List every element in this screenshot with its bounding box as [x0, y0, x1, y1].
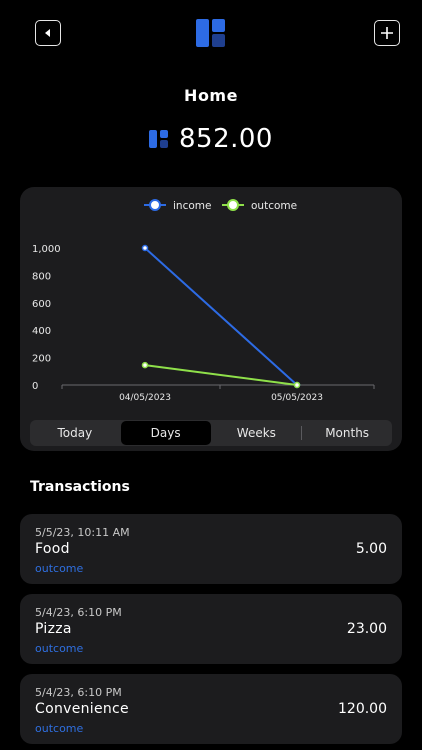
chart-card: income outcome 1,000 800 600 400 200 0 04/05/202…	[20, 187, 402, 451]
period-tab-weeks[interactable]: Weeks	[212, 421, 302, 445]
data-point-outcome	[141, 361, 149, 369]
transaction-card[interactable]: 5/4/23, 6:10 PM Pizza outcome 23.00	[20, 594, 402, 664]
back-button[interactable]	[35, 20, 61, 46]
chevron-left-icon	[45, 29, 50, 37]
y-tick-label: 0	[32, 381, 38, 392]
period-tab-today[interactable]: Today	[30, 421, 120, 445]
transaction-date: 5/4/23, 6:10 PM	[35, 686, 122, 699]
wallet-blocks-icon	[149, 130, 168, 148]
legend-marker-outcome	[227, 199, 239, 211]
transaction-card[interactable]: 5/4/23, 6:10 PM Convenience outcome 120.…	[20, 674, 402, 744]
transaction-type: outcome	[35, 642, 84, 655]
line-chart: income outcome 1,000 800 600 400 200 0 04/05/202…	[32, 199, 375, 403]
period-tab-months[interactable]: Months	[302, 421, 392, 445]
transaction-amount: 23.00	[346, 621, 387, 637]
series-line-income	[144, 247, 298, 386]
transaction-amount: 5.00	[355, 541, 387, 557]
transaction-type: outcome	[35, 722, 84, 735]
transaction-date: 5/5/23, 10:11 AM	[35, 526, 130, 539]
period-tab-days[interactable]: Days	[120, 421, 211, 445]
balance-value: 852.00	[179, 124, 273, 154]
balance-display: 852.00	[0, 124, 422, 154]
transaction-name: Pizza	[35, 621, 72, 637]
legend-marker-income	[149, 199, 161, 211]
transaction-name: Food	[35, 541, 70, 557]
y-tick-label: 600	[32, 299, 51, 310]
legend-label-outcome: outcome	[251, 200, 297, 212]
y-tick-label: 200	[32, 354, 51, 365]
x-tick-label: 04/05/2023	[119, 393, 171, 403]
legend-label-income: income	[173, 200, 211, 212]
y-tick-label: 800	[32, 271, 51, 282]
app-logo-icon	[196, 19, 226, 47]
data-point-income	[141, 244, 149, 252]
plus-icon	[381, 27, 393, 39]
page-title: Home	[184, 86, 238, 105]
y-tick-label: 1,000	[32, 244, 61, 255]
transaction-amount: 120.00	[338, 701, 387, 717]
add-button[interactable]	[374, 20, 400, 46]
y-tick-label: 400	[32, 326, 51, 337]
transaction-type: outcome	[35, 562, 84, 575]
x-tick-label: 05/05/2023	[271, 393, 323, 403]
transactions-title: Transactions	[30, 479, 130, 495]
transaction-card[interactable]: 5/5/23, 10:11 AM Food outcome 5.00	[20, 514, 402, 584]
period-selector: Today Days Weeks Months	[30, 420, 392, 446]
series-line-outcome	[144, 364, 298, 386]
transaction-name: Convenience	[35, 701, 129, 717]
transaction-date: 5/4/23, 6:10 PM	[35, 606, 122, 619]
data-point-outcome	[293, 381, 301, 389]
top-bar	[0, 0, 422, 70]
